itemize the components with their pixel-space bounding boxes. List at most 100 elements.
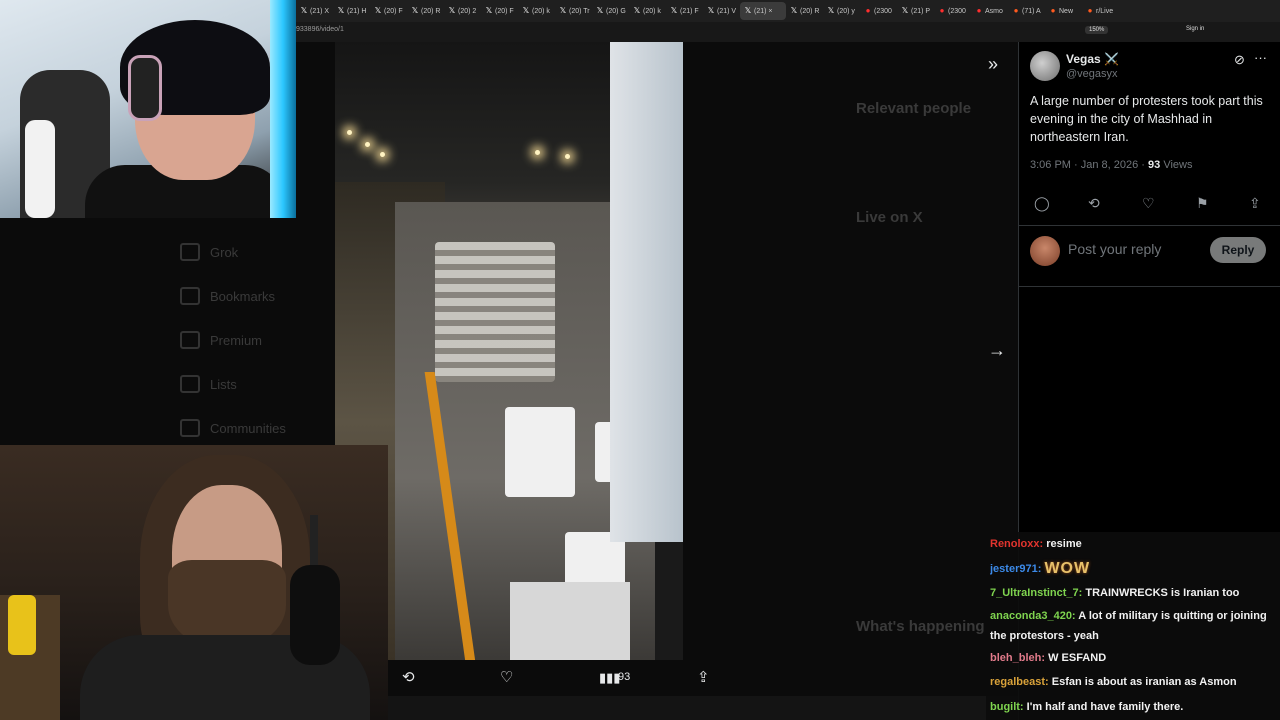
author-avatar[interactable] <box>1030 51 1060 81</box>
browser-tab-label: (21) V <box>717 7 737 15</box>
reply-input[interactable]: Post your reply <box>1068 241 1161 257</box>
more-options-icon[interactable]: ··· <box>1254 50 1267 65</box>
zoom-level[interactable]: 150% <box>1085 26 1109 34</box>
chat-message: bleh_bleh: W ESFAND <box>990 646 1276 671</box>
like-icon[interactable]: ♡ <box>1142 195 1155 212</box>
chat-username[interactable]: Renoloxx: <box>990 538 1043 550</box>
sidebar-item-label: Lists <box>210 376 237 392</box>
address-url[interactable]: 933896/video/1 <box>296 26 344 33</box>
bookmark-icon[interactable]: ⚑ <box>1196 195 1209 212</box>
webcam-guest <box>0 0 296 218</box>
browser-tab[interactable]: 𝕏 (21) H <box>333 2 370 20</box>
repost-icon[interactable]: ⟲ <box>1088 195 1100 212</box>
site-icon: ● <box>1013 6 1019 15</box>
browser-tab[interactable]: 𝕏 (21) X <box>296 2 333 20</box>
browser-tab[interactable]: 𝕏 (20) Tr <box>555 2 592 20</box>
browser-tab[interactable]: ● (2300 <box>934 2 971 20</box>
browser-tab[interactable]: 𝕏 (20) y <box>823 2 860 20</box>
media-bottom-bar <box>388 696 1018 720</box>
browser-tab-label: (2300 <box>874 7 892 15</box>
browser-tab[interactable]: ● Asmo <box>971 2 1008 20</box>
x-logo-icon: 𝕏 <box>633 6 641 15</box>
browser-tab[interactable]: 𝕏 (21) × <box>740 2 786 20</box>
sidebar-item: Premium <box>180 318 320 362</box>
close-panel-icon[interactable]: » <box>988 54 998 75</box>
nav-icon <box>180 419 200 437</box>
sidebar-item: Grok <box>180 230 320 274</box>
browser-tab[interactable]: 𝕏 (20) R <box>786 2 823 20</box>
chat-username[interactable]: regalbeast: <box>990 676 1049 688</box>
chat-message: jester971: WOW <box>990 557 1276 582</box>
chat-username[interactable]: jester971: <box>990 563 1041 575</box>
browser-tab-label: (20) R <box>800 7 820 15</box>
author-name[interactable]: Vegas ⚔️ <box>1066 52 1119 66</box>
x-logo-icon: 𝕏 <box>448 6 456 15</box>
browser-tab[interactable]: 𝕏 (21) P <box>897 2 934 20</box>
chat-message: 7_UltraInstinct_7: TRAINWRECKS is Irania… <box>990 581 1276 606</box>
browser-tab[interactable]: 𝕏 (20) k <box>629 2 666 20</box>
chat-text: TRAINWRECKS is Iranian too <box>1085 587 1240 600</box>
browser-tab[interactable]: 𝕏 (20) F <box>481 2 518 20</box>
browser-tab[interactable]: 𝕏 (20) 2 <box>444 2 481 20</box>
chat-username[interactable]: anaconda3_420: <box>990 610 1076 622</box>
chat-username[interactable]: bugilt: <box>990 701 1024 713</box>
browser-tab[interactable]: ● (71) A <box>1008 2 1045 20</box>
x-sidebar-nav: Grok Bookmarks Premium Lists Communities <box>180 230 320 437</box>
browser-tab[interactable]: 𝕏 (20) F <box>370 2 407 20</box>
browser-tab-label: (20) R <box>421 7 441 15</box>
like-icon[interactable]: ♡ <box>500 668 513 686</box>
chat-text: I'm half and have family there. <box>1026 700 1184 713</box>
browser-tab-label: (21) H <box>347 7 367 15</box>
sidebar-item: Bookmarks <box>180 274 320 318</box>
browser-tab[interactable]: ● New <box>1045 2 1082 20</box>
sidebar-item-label: Bookmarks <box>210 288 276 304</box>
nav-icon <box>180 331 200 349</box>
chat-text: Esfan is about as iranian as Asmon <box>1051 676 1237 689</box>
retweet-icon[interactable]: ⟲ <box>402 668 415 686</box>
browser-tab-label: r/Live <box>1096 7 1114 15</box>
browser-tab[interactable]: 𝕏 (20) k <box>518 2 555 20</box>
sidebar-item-label: Communities <box>210 420 286 436</box>
tweet-views-count: 93 <box>1148 159 1161 171</box>
browser-tab-label: (20) Tr <box>569 7 590 15</box>
browser-tab-label: Asmo <box>985 7 1003 15</box>
chat-text: W ESFAND <box>1048 651 1107 664</box>
site-icon: ● <box>1087 6 1093 15</box>
share-icon[interactable]: ⇪ <box>697 668 710 686</box>
grok-icon[interactable]: ⊘ <box>1234 52 1245 68</box>
user-avatar <box>1030 236 1060 266</box>
tweet-timestamp[interactable]: 3:06 PM · Jan 8, 2026 · <box>1030 159 1145 171</box>
signin-button[interactable]: Sign in <box>1186 26 1204 32</box>
next-media-arrow-icon[interactable]: → <box>988 340 1006 361</box>
browser-tab-label: (20) y <box>837 7 855 15</box>
browser-tab[interactable]: 𝕏 (21) F <box>666 2 703 20</box>
tweet-views-label: Views <box>1163 159 1193 171</box>
reply-button[interactable]: Reply <box>1210 237 1266 263</box>
x-logo-icon: 𝕏 <box>707 6 715 15</box>
browser-tab-label: (20) F <box>495 7 514 15</box>
reply-icon[interactable]: ◯ <box>1034 195 1050 212</box>
browser-tab-label: (21) × <box>754 7 773 15</box>
chat-message: anaconda3_420: A lot of military is quit… <box>990 606 1276 646</box>
x-logo-icon: 𝕏 <box>596 6 604 15</box>
browser-tab[interactable]: 𝕏 (20) R <box>407 2 444 20</box>
browser-tab-label: (20) k <box>532 7 550 15</box>
webcam-streamer <box>0 445 388 720</box>
chat-username[interactable]: bleh_bleh: <box>990 652 1045 664</box>
browser-tab-label: New <box>1059 7 1074 15</box>
author-handle[interactable]: @vegasyx <box>1066 68 1118 80</box>
x-logo-icon: 𝕏 <box>670 6 678 15</box>
browser-tab[interactable]: 𝕏 (20) G <box>592 2 629 20</box>
x-logo-icon: 𝕏 <box>485 6 493 15</box>
browser-tab[interactable]: ● r/Live <box>1082 2 1119 20</box>
share-icon[interactable]: ⇪ <box>1249 195 1261 212</box>
browser-tab[interactable]: ● (2300 <box>860 2 897 20</box>
browser-tab[interactable]: 𝕏 (21) V <box>703 2 740 20</box>
relevant-people-title: Relevant people <box>856 100 972 117</box>
x-logo-icon: 𝕏 <box>901 6 909 15</box>
browser-tab-label: (2300 <box>948 7 966 15</box>
address-bar[interactable] <box>296 22 1280 42</box>
youtube-icon: ● <box>865 6 871 15</box>
x-logo-icon: 𝕏 <box>411 6 419 15</box>
chat-username[interactable]: 7_UltraInstinct_7: <box>990 587 1082 599</box>
